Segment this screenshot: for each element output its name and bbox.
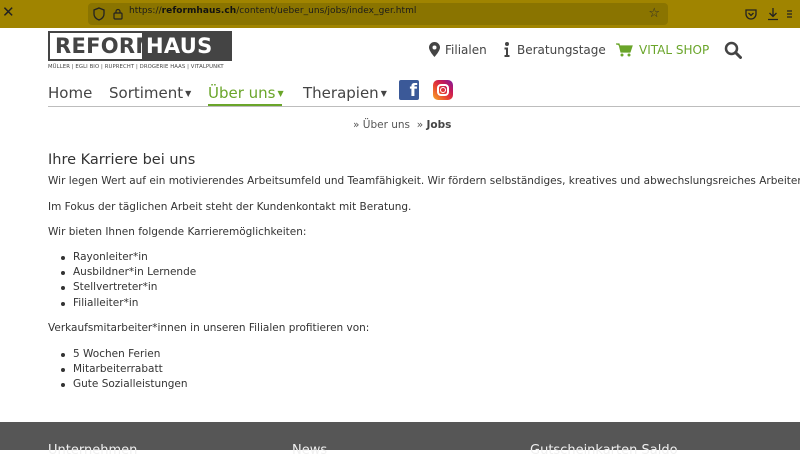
page-title: Ihre Karriere bei uns: [48, 152, 196, 168]
url-text[interactable]: https://reformhaus.ch/content/ueber_uns/…: [129, 6, 416, 16]
beratungstage-link[interactable]: Beratungstage: [517, 43, 606, 57]
shopping-cart-icon[interactable]: [616, 43, 633, 57]
breadcrumb-ueber-uns[interactable]: Über uns: [363, 119, 410, 131]
pocket-icon[interactable]: [744, 7, 758, 21]
focus-paragraph: Im Fokus der täglichen Arbeit steht der …: [48, 201, 412, 213]
logo-part2: HAUS: [142, 33, 230, 59]
bookmark-star-icon[interactable]: ☆: [648, 6, 660, 21]
vital-shop-link[interactable]: VITAL SHOP: [639, 43, 709, 57]
career-intro-paragraph: Wir bieten Ihnen folgende Karrieremöglic…: [48, 226, 307, 238]
breadcrumb: » Über uns » Jobs: [353, 119, 452, 131]
chevron-down-icon: ▼: [277, 89, 284, 98]
benefits-intro-paragraph: Verkaufsmitarbeiter*innen in unseren Fil…: [48, 322, 370, 334]
list-item: 5 Wochen Ferien: [60, 348, 160, 360]
nav-divider: [48, 106, 800, 107]
list-item: Ausbildner*in Lernende: [60, 266, 196, 278]
list-item: Filialleiter*in: [60, 297, 138, 309]
list-item: Rayonleiter*in: [61, 251, 148, 263]
chevron-down-icon: ▼: [380, 89, 387, 98]
facebook-icon[interactable]: f: [399, 80, 419, 101]
search-icon[interactable]: [724, 41, 742, 59]
location-pin-icon[interactable]: [429, 42, 440, 57]
footer-heading-unternehmen: Unternehmen: [48, 443, 138, 458]
breadcrumb-jobs: Jobs: [426, 119, 452, 131]
reformhaus-logo[interactable]: REFORM HAUS: [48, 31, 232, 61]
shield-icon[interactable]: [93, 7, 105, 21]
nav-ueber-uns[interactable]: Über uns ▼: [208, 84, 284, 102]
filialen-link[interactable]: Filialen: [445, 43, 487, 57]
lock-icon[interactable]: [113, 8, 123, 20]
address-bar[interactable]: https://reformhaus.ch/content/ueber_uns/…: [88, 3, 668, 25]
instagram-icon[interactable]: [433, 80, 453, 100]
footer-heading-news: News: [292, 443, 328, 458]
download-icon[interactable]: [766, 7, 780, 21]
chevron-down-icon: ▼: [185, 89, 192, 98]
nav-home[interactable]: Home: [48, 84, 92, 102]
list-item: Gute Sozialleistungen: [61, 378, 188, 390]
list-item: Mitarbeiterrabatt: [61, 363, 163, 375]
list-item: Stellvertreter*in: [60, 281, 157, 293]
logo-part1: REFORM: [50, 33, 156, 59]
footer-heading-gutscheinkarten: Gutscheinkarten Saldo: [530, 443, 678, 458]
close-icon[interactable]: ✕: [2, 5, 16, 20]
extensions-icon[interactable]: [786, 7, 800, 21]
logo-subtitle: MÜLLER | EGLI BIO | RUPRECHT | DROGERIE …: [48, 64, 224, 70]
info-icon[interactable]: [504, 42, 510, 57]
intro-paragraph: Wir legen Wert auf ein motivierendes Arb…: [48, 175, 800, 187]
nav-therapien[interactable]: Therapien ▼: [303, 84, 387, 102]
browser-toolbar: ✕ https://reformhaus.ch/content/ueber_un…: [0, 0, 800, 28]
nav-sortiment[interactable]: Sortiment ▼: [109, 84, 191, 102]
